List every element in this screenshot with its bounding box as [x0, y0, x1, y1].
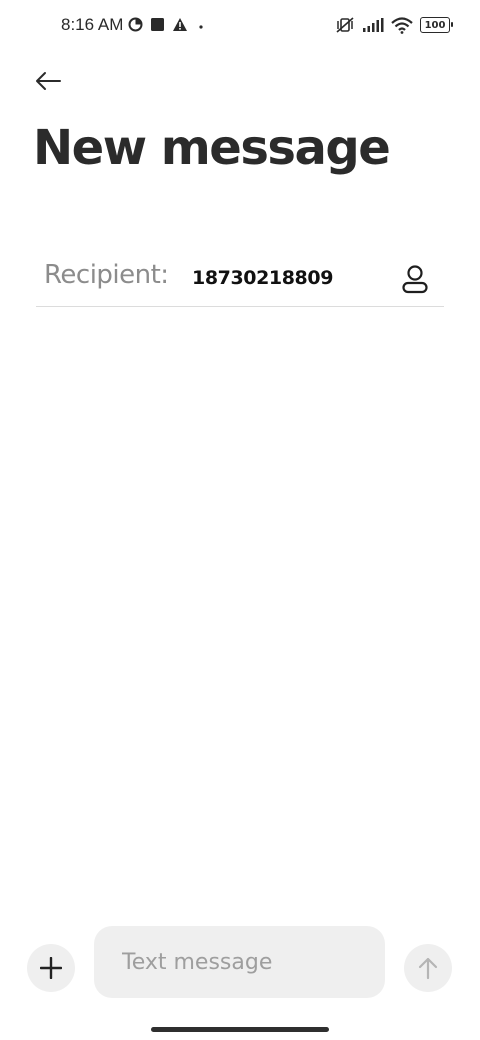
send-button[interactable] [404, 944, 452, 992]
battery-level: 100 [424, 19, 446, 31]
warning-icon [173, 18, 187, 31]
recipient-row: Recipient: [36, 250, 444, 307]
home-indicator[interactable] [151, 1027, 329, 1032]
text-message-input[interactable] [94, 926, 385, 998]
status-bar: 8:16 AM 100 [0, 0, 480, 52]
status-right-icons: 100 [335, 16, 453, 34]
add-attachment-button[interactable] [27, 944, 75, 992]
battery-icon: 100 [420, 17, 453, 33]
page-title: New message [33, 120, 391, 176]
arrow-up-icon [418, 957, 438, 980]
plus-icon [40, 957, 62, 979]
square-notification-icon [151, 18, 164, 31]
back-button[interactable] [30, 64, 66, 98]
status-left-icons [128, 17, 205, 32]
data-saver-icon [128, 17, 143, 32]
signal-icon [363, 18, 384, 32]
contact-picker-button[interactable] [398, 262, 432, 296]
composer-bar [0, 922, 480, 1002]
person-icon [402, 265, 428, 294]
dot-icon [199, 25, 203, 29]
status-time: 8:16 AM [61, 15, 124, 34]
wifi-icon [391, 16, 413, 34]
arrow-left-icon [36, 72, 61, 90]
recipient-input[interactable] [192, 267, 392, 289]
recipient-label: Recipient: [44, 260, 169, 290]
vibrate-off-icon [336, 17, 354, 33]
